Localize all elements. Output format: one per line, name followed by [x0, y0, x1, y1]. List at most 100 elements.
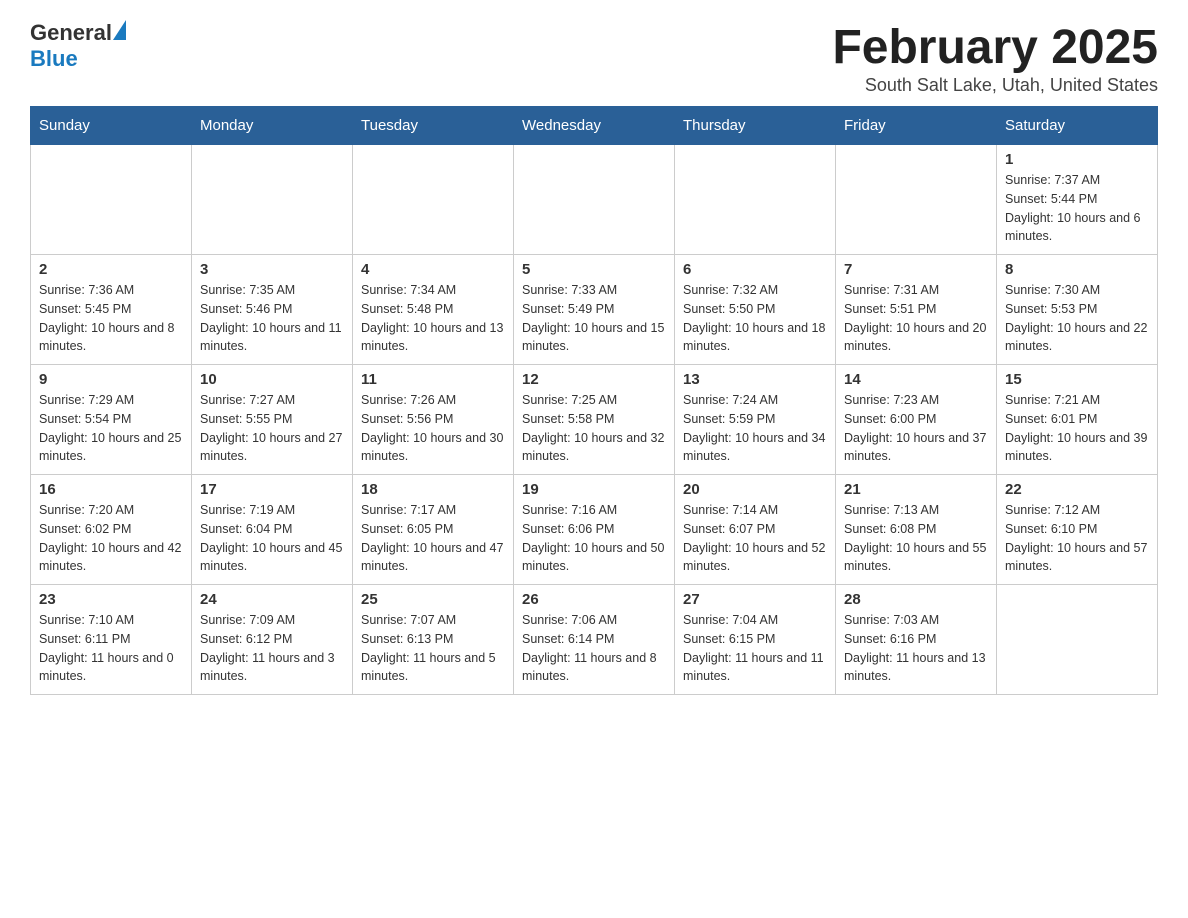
calendar-week-row: 16 Sunrise: 7:20 AMSunset: 6:02 PMDayligh… — [31, 475, 1158, 585]
weekday-header-monday: Monday — [192, 107, 353, 145]
calendar-day-25: 25 Sunrise: 7:07 AMSunset: 6:13 PMDayligh… — [353, 585, 514, 695]
calendar-day-7: 7 Sunrise: 7:31 AMSunset: 5:51 PMDaylight… — [836, 255, 997, 365]
day-number: 16 — [39, 481, 183, 498]
day-info: Sunrise: 7:16 AMSunset: 6:06 PMDaylight:… — [522, 501, 666, 576]
day-number: 21 — [844, 481, 988, 498]
calendar-day-14: 14 Sunrise: 7:23 AMSunset: 6:00 PMDayligh… — [836, 365, 997, 475]
day-number: 28 — [844, 591, 988, 608]
day-number: 5 — [522, 261, 666, 278]
calendar-day-1: 1 Sunrise: 7:37 AMSunset: 5:44 PMDaylight… — [997, 145, 1158, 255]
day-info: Sunrise: 7:32 AMSunset: 5:50 PMDaylight:… — [683, 281, 827, 356]
calendar-day-20: 20 Sunrise: 7:14 AMSunset: 6:07 PMDayligh… — [675, 475, 836, 585]
day-info: Sunrise: 7:21 AMSunset: 6:01 PMDaylight:… — [1005, 391, 1149, 466]
calendar-day-empty — [836, 145, 997, 255]
calendar-day-8: 8 Sunrise: 7:30 AMSunset: 5:53 PMDaylight… — [997, 255, 1158, 365]
calendar-day-28: 28 Sunrise: 7:03 AMSunset: 6:16 PMDayligh… — [836, 585, 997, 695]
day-info: Sunrise: 7:23 AMSunset: 6:00 PMDaylight:… — [844, 391, 988, 466]
page-header: General Blue February 2025 South Salt La… — [30, 20, 1158, 96]
day-info: Sunrise: 7:17 AMSunset: 6:05 PMDaylight:… — [361, 501, 505, 576]
day-number: 3 — [200, 261, 344, 278]
location-title: South Salt Lake, Utah, United States — [832, 75, 1158, 96]
day-number: 22 — [1005, 481, 1149, 498]
day-number: 20 — [683, 481, 827, 498]
weekday-header-friday: Friday — [836, 107, 997, 145]
day-number: 17 — [200, 481, 344, 498]
calendar-day-27: 27 Sunrise: 7:04 AMSunset: 6:15 PMDayligh… — [675, 585, 836, 695]
day-number: 4 — [361, 261, 505, 278]
day-info: Sunrise: 7:13 AMSunset: 6:08 PMDaylight:… — [844, 501, 988, 576]
calendar-header-row: SundayMondayTuesdayWednesdayThursdayFrid… — [31, 107, 1158, 145]
day-info: Sunrise: 7:37 AMSunset: 5:44 PMDaylight:… — [1005, 171, 1149, 246]
day-info: Sunrise: 7:20 AMSunset: 6:02 PMDaylight:… — [39, 501, 183, 576]
calendar-day-2: 2Sunrise: 7:36 AMSunset: 5:45 PMDaylight… — [31, 255, 192, 365]
logo: General Blue — [30, 20, 126, 72]
day-info: Sunrise: 7:33 AMSunset: 5:49 PMDaylight:… — [522, 281, 666, 356]
calendar-day-9: 9 Sunrise: 7:29 AMSunset: 5:54 PMDaylight… — [31, 365, 192, 475]
day-info: Sunrise: 7:34 AMSunset: 5:48 PMDaylight:… — [361, 281, 505, 356]
calendar-day-11: 11 Sunrise: 7:26 AMSunset: 5:56 PMDayligh… — [353, 365, 514, 475]
calendar-day-18: 18 Sunrise: 7:17 AMSunset: 6:05 PMDayligh… — [353, 475, 514, 585]
day-info: Sunrise: 7:25 AMSunset: 5:58 PMDaylight:… — [522, 391, 666, 466]
day-number: 24 — [200, 591, 344, 608]
day-number: 23 — [39, 591, 183, 608]
calendar-day-12: 12 Sunrise: 7:25 AMSunset: 5:58 PMDayligh… — [514, 365, 675, 475]
calendar-day-empty — [353, 145, 514, 255]
day-info: Sunrise: 7:12 AMSunset: 6:10 PMDaylight:… — [1005, 501, 1149, 576]
weekday-header-wednesday: Wednesday — [514, 107, 675, 145]
day-number: 9 — [39, 371, 183, 388]
calendar-day-10: 10Sunrise: 7:27 AMSunset: 5:55 PMDayligh… — [192, 365, 353, 475]
calendar-day-22: 22 Sunrise: 7:12 AMSunset: 6:10 PMDayligh… — [997, 475, 1158, 585]
day-number: 19 — [522, 481, 666, 498]
title-block: February 2025 South Salt Lake, Utah, Uni… — [832, 20, 1158, 96]
logo-blue-text: Blue — [30, 46, 78, 71]
calendar-day-4: 4 Sunrise: 7:34 AMSunset: 5:48 PMDaylight… — [353, 255, 514, 365]
day-info: Sunrise: 7:29 AMSunset: 5:54 PMDaylight:… — [39, 391, 183, 466]
day-number: 25 — [361, 591, 505, 608]
day-info: Sunrise: 7:04 AMSunset: 6:15 PMDaylight:… — [683, 611, 827, 686]
day-info: Sunrise: 7:26 AMSunset: 5:56 PMDaylight:… — [361, 391, 505, 466]
calendar-day-5: 5 Sunrise: 7:33 AMSunset: 5:49 PMDaylight… — [514, 255, 675, 365]
day-number: 14 — [844, 371, 988, 388]
day-number: 12 — [522, 371, 666, 388]
calendar-day-3: 3 Sunrise: 7:35 AMSunset: 5:46 PMDaylight… — [192, 255, 353, 365]
calendar-day-empty — [675, 145, 836, 255]
calendar-day-empty — [997, 585, 1158, 695]
month-title: February 2025 — [832, 20, 1158, 75]
day-number: 18 — [361, 481, 505, 498]
day-number: 7 — [844, 261, 988, 278]
calendar-day-13: 13Sunrise: 7:24 AMSunset: 5:59 PMDayligh… — [675, 365, 836, 475]
calendar-day-23: 23Sunrise: 7:10 AMSunset: 6:11 PMDayligh… — [31, 585, 192, 695]
day-number: 2 — [39, 261, 183, 278]
day-info: Sunrise: 7:07 AMSunset: 6:13 PMDaylight:… — [361, 611, 505, 686]
weekday-header-sunday: Sunday — [31, 107, 192, 145]
calendar-day-26: 26Sunrise: 7:06 AMSunset: 6:14 PMDayligh… — [514, 585, 675, 695]
weekday-header-saturday: Saturday — [997, 107, 1158, 145]
calendar-day-19: 19 Sunrise: 7:16 AMSunset: 6:06 PMDayligh… — [514, 475, 675, 585]
calendar-day-empty — [31, 145, 192, 255]
day-number: 11 — [361, 371, 505, 388]
day-number: 15 — [1005, 371, 1149, 388]
day-number: 1 — [1005, 151, 1149, 168]
calendar-day-empty — [192, 145, 353, 255]
day-info: Sunrise: 7:14 AMSunset: 6:07 PMDaylight:… — [683, 501, 827, 576]
day-info: Sunrise: 7:30 AMSunset: 5:53 PMDaylight:… — [1005, 281, 1149, 356]
day-number: 26 — [522, 591, 666, 608]
day-number: 27 — [683, 591, 827, 608]
day-info: Sunrise: 7:31 AMSunset: 5:51 PMDaylight:… — [844, 281, 988, 356]
calendar-week-row: 9 Sunrise: 7:29 AMSunset: 5:54 PMDaylight… — [31, 365, 1158, 475]
calendar-day-6: 6Sunrise: 7:32 AMSunset: 5:50 PMDaylight… — [675, 255, 836, 365]
calendar-day-21: 21 Sunrise: 7:13 AMSunset: 6:08 PMDayligh… — [836, 475, 997, 585]
logo-general-text: General — [30, 20, 112, 46]
calendar-day-17: 17Sunrise: 7:19 AMSunset: 6:04 PMDayligh… — [192, 475, 353, 585]
calendar-table: SundayMondayTuesdayWednesdayThursdayFrid… — [30, 106, 1158, 695]
calendar-day-15: 15 Sunrise: 7:21 AMSunset: 6:01 PMDayligh… — [997, 365, 1158, 475]
day-number: 8 — [1005, 261, 1149, 278]
day-info: Sunrise: 7:03 AMSunset: 6:16 PMDaylight:… — [844, 611, 988, 686]
day-info: Sunrise: 7:35 AMSunset: 5:46 PMDaylight:… — [200, 281, 344, 356]
calendar-day-empty — [514, 145, 675, 255]
calendar-day-16: 16 Sunrise: 7:20 AMSunset: 6:02 PMDayligh… — [31, 475, 192, 585]
calendar-week-row: 1 Sunrise: 7:37 AMSunset: 5:44 PMDaylight… — [31, 145, 1158, 255]
calendar-week-row: 23Sunrise: 7:10 AMSunset: 6:11 PMDayligh… — [31, 585, 1158, 695]
day-info: Sunrise: 7:27 AMSunset: 5:55 PMDaylight:… — [200, 391, 344, 466]
weekday-header-thursday: Thursday — [675, 107, 836, 145]
